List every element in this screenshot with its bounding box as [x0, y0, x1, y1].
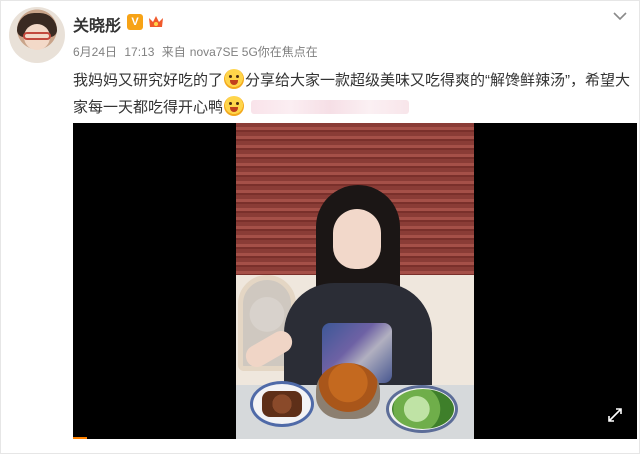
- soup-bowl: [316, 363, 380, 419]
- video-frame: [236, 123, 474, 439]
- video-player[interactable]: [73, 123, 637, 439]
- member-crown-icon[interactable]: [147, 14, 165, 30]
- meat-dish: [262, 391, 302, 417]
- video-progress-bar[interactable]: [73, 437, 87, 439]
- post-text: 我妈妈又研究好吃的了 分享给大家一款超级美味又吃得爽的“解馋鲜辣汤”，希望大家每一…: [73, 67, 633, 121]
- post-time[interactable]: 17:13: [124, 45, 154, 59]
- source-prefix: 来自: [161, 45, 186, 59]
- v-badge-icon[interactable]: V: [127, 14, 143, 30]
- chevron-down-icon[interactable]: [611, 9, 629, 23]
- avatar-glasses: [23, 32, 51, 40]
- person-face: [333, 209, 381, 269]
- source-link[interactable]: nova7SE 5G你在焦点在: [190, 45, 318, 59]
- vegetable-dish: [392, 389, 454, 429]
- author-name[interactable]: 关晓彤: [73, 12, 121, 36]
- smile-emoji-icon: [224, 96, 245, 116]
- post-meta: 6月24日 17:13 来自 nova7SE 5G你在焦点在: [73, 43, 322, 60]
- avatar[interactable]: [9, 7, 65, 63]
- smile-emoji-icon: [224, 69, 245, 89]
- post-date[interactable]: 6月24日: [73, 45, 117, 59]
- blurred-tag: [251, 100, 410, 114]
- post-text-part1: 我妈妈又研究好吃的了: [73, 72, 224, 89]
- weibo-post-card: 关晓彤 V 6月24日 17:13 来自 nova7SE 5G你在焦点在 我妈妈又…: [0, 0, 640, 454]
- fullscreen-icon[interactable]: [607, 407, 623, 423]
